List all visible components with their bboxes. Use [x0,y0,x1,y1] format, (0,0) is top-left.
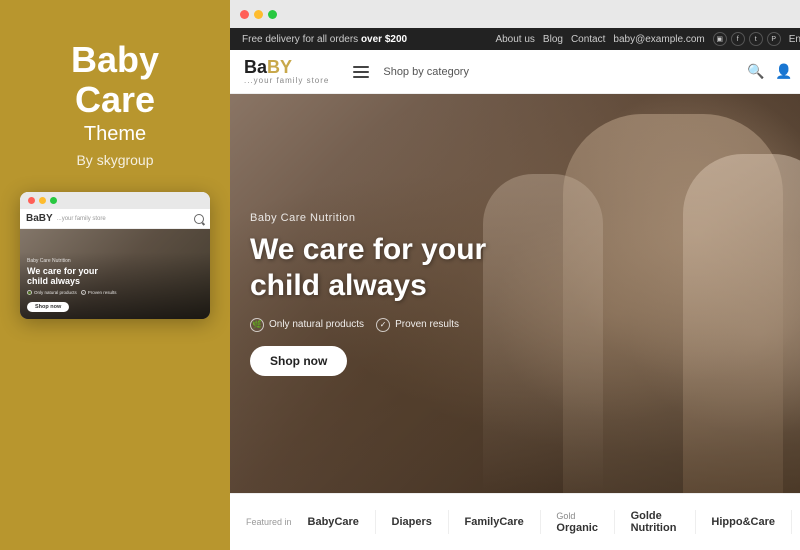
mini-logo: BaBY [26,213,53,224]
nav-logo: BaBY ...your family store [244,58,329,85]
instagram-icon[interactable]: ▣ [713,32,727,46]
featured-in-label: Featured in [246,517,292,527]
mini-dot-red [28,197,35,204]
chrome-dot-red[interactable] [240,10,249,19]
mini-badge-proven: ✓ Proven results [81,290,117,295]
pinterest-icon[interactable]: P [767,32,781,46]
blog-link[interactable]: Blog [543,34,563,45]
mini-logo-tagline: ...your family store [57,216,106,222]
brand-name: Hippo&Care [711,516,775,528]
product-byline: By skygroup [76,152,153,168]
brand-separator [614,510,615,534]
info-bar: Free delivery for all orders over $200 A… [230,28,800,50]
brand-separator [375,510,376,534]
natural-icon: 🌿 [250,318,264,332]
mini-search-icon [194,214,204,224]
main-nav: BaBY ...your family store Shop by catego… [230,50,800,94]
feature-natural: 🌿 Only natural products [250,318,364,332]
chrome-dot-yellow[interactable] [254,10,263,19]
mini-browser-chrome [20,192,210,209]
mini-nav: BaBY ...your family store [20,209,210,229]
figure-child2 [483,174,603,493]
figure-child1 [683,154,800,493]
about-link[interactable]: About us [495,34,534,45]
search-icon[interactable]: 🔍 [747,63,765,81]
nav-logo-tagline: ...your family store [244,76,329,85]
mini-logo-text: BaBY [26,213,53,224]
hero-label: Baby Care Nutrition [250,212,486,224]
hamburger-menu-icon[interactable] [353,66,369,78]
shop-by-category-link[interactable]: Shop by category [383,66,469,78]
brand-familycare: FamilyCare [464,516,523,528]
email-text: baby@example.com [613,34,704,45]
language-selector[interactable]: English [789,34,800,45]
facebook-icon[interactable]: f [731,32,745,46]
mini-dot-green [50,197,57,204]
brand-separator [540,510,541,534]
mini-dot-yellow [39,197,46,204]
mini-shop-button[interactable]: Shop now [27,302,69,312]
brand-name: Diapers [392,516,432,528]
feature-proven: ✓ Proven results [376,318,459,332]
brands-bar: Featured in BabyCare Diapers FamilyCare … [230,493,800,550]
mini-hero: Baby Care Nutrition We care for your chi… [20,229,210,319]
info-bar-right: About us Blog Contact baby@example.com ▣… [495,32,800,46]
product-title: Baby Care [71,40,159,119]
mini-badge-natural: 🌿 Only natural products [27,290,77,295]
browser-chrome [230,0,800,28]
hero-features: 🌿 Only natural products ✓ Proven results [250,318,486,332]
brand-name: Gold Organic [556,510,598,534]
contact-link[interactable]: Contact [571,34,605,45]
brand-hippo-care: Hippo&Care [711,516,775,528]
mini-proven-icon: ✓ [81,290,86,295]
browser-content: Free delivery for all orders over $200 A… [230,28,800,550]
chrome-dot-green[interactable] [268,10,277,19]
hero-content: Baby Care Nutrition We care for your chi… [250,94,486,493]
twitter-icon[interactable]: t [749,32,763,46]
nav-logo-main: BaBY [244,58,292,76]
mini-hero-title: We care for your child always [27,266,203,288]
mini-natural-icon: 🌿 [27,290,32,295]
social-icons: ▣ f t P [713,32,781,46]
hero-title: We care for your child always [250,232,486,304]
mini-hero-overlay: Baby Care Nutrition We care for your chi… [20,252,210,320]
mini-badges: 🌿 Only natural products ✓ Proven results [27,290,203,295]
brand-name: BabyCare [308,516,359,528]
left-panel: Baby Care Theme By skygroup BaBY ...your… [0,0,230,550]
product-subtitle: Theme [84,123,146,146]
brand-babycare: BabyCare [308,516,359,528]
brand-separator [791,510,792,534]
mini-browser-preview: BaBY ...your family store Baby Care Nutr… [20,192,210,319]
right-panel: Free delivery for all orders over $200 A… [230,0,800,550]
brand-name: Golde Nutrition [631,510,679,534]
proven-icon: ✓ [376,318,390,332]
brand-gold-organic: Gold Organic [556,510,598,534]
brand-separator [448,510,449,534]
brand-golde-nutrition: Golde Nutrition [631,510,679,534]
shop-now-button[interactable]: Shop now [250,346,347,376]
account-icon[interactable]: 👤 [775,63,793,81]
promo-text: Free delivery for all orders over $200 [242,34,407,45]
brand-diapers: Diapers [392,516,432,528]
mini-hero-label: Baby Care Nutrition [27,258,203,264]
hero-section: Baby Care Nutrition We care for your chi… [230,94,800,493]
brand-name: FamilyCare [464,516,523,528]
nav-right-icons: 🔍 👤 🤍 0 🛒 0 [747,63,800,81]
brand-separator [695,510,696,534]
